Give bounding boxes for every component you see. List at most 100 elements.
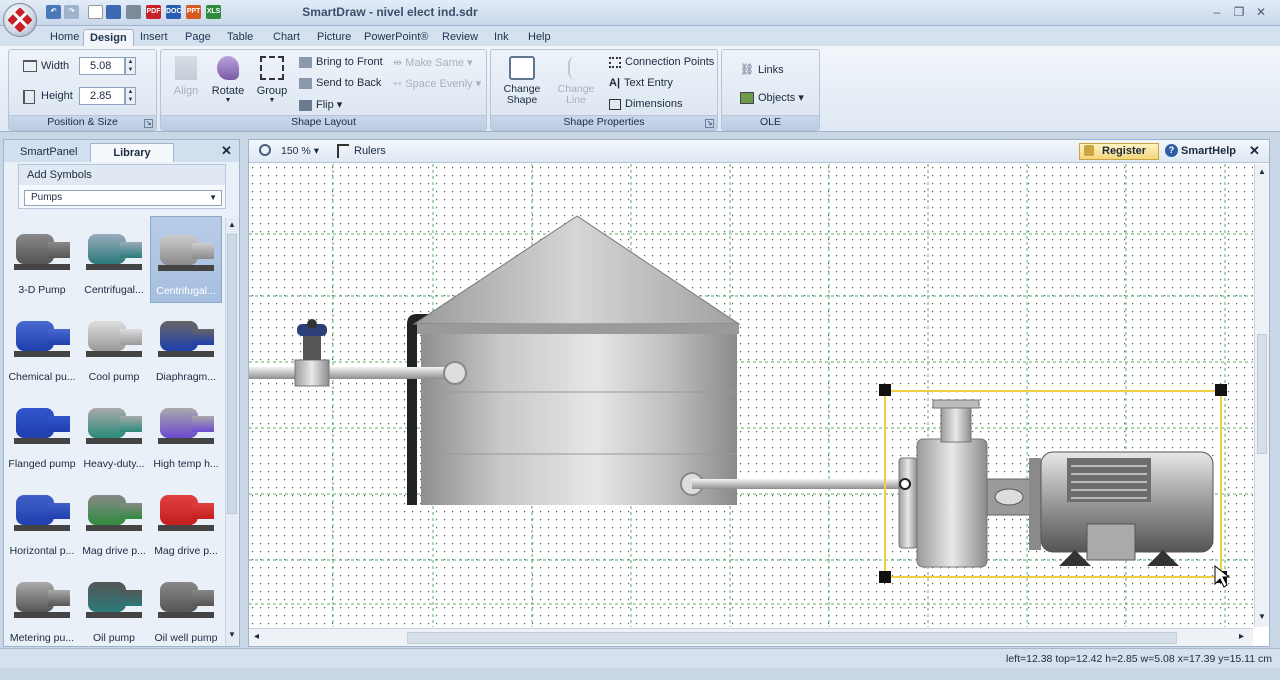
symbol-label: Oil well pump [154,632,218,644]
flip-button[interactable]: Flip ▾ [299,98,342,111]
height-label: Height [41,90,73,102]
symbol-item[interactable]: Oil pump [78,564,150,646]
panel-scroll-thumb[interactable] [227,234,237,514]
symbol-item[interactable]: 3-D Pump [6,216,78,303]
send-back-label: Send to Back [316,77,382,89]
symbol-item[interactable]: Centrifugal... [78,216,150,303]
canvas-vscroll-thumb[interactable] [1257,334,1267,454]
zoom-select[interactable]: 150 % ▾ [281,145,319,157]
symbol-label: Horizontal p... [9,545,75,557]
canvas-horizontal-scrollbar[interactable]: ◂ ▸ [249,628,1253,646]
close-icon[interactable]: ✕ [1252,4,1270,20]
tab-page[interactable]: Page [179,29,217,46]
symbol-label: Metering pu... [9,632,75,644]
rulers-toggle[interactable]: Rulers [354,145,386,157]
change-shape-button[interactable]: Change Shape [499,56,545,106]
group-title-ole: OLE [722,115,819,130]
group-button[interactable]: Group ▼ [253,56,291,104]
symbol-item[interactable]: Diaphragm... [150,303,222,390]
align-icon [175,56,197,80]
height-stepper[interactable]: ▲ ▼ [125,87,136,105]
tab-ink[interactable]: Ink [488,29,515,46]
tab-review[interactable]: Review [436,29,484,46]
group-title-position-size: Position & Size [9,115,156,130]
category-select[interactable]: Pumps ▼ [24,190,222,206]
dialog-launcher-icon[interactable]: ↘ [705,119,714,128]
space-evenly-button[interactable]: ⇿ Space Evenly ▾ [393,77,481,90]
send-to-back-button[interactable]: Send to Back [299,77,381,89]
group-icon [260,56,284,80]
app-menu-button[interactable] [3,3,37,37]
bring-front-label: Bring to Front [316,56,383,68]
symbol-item[interactable]: Oil well pump [150,564,222,646]
minimize-icon[interactable]: – [1208,4,1226,20]
pump-symbol-icon [82,481,146,537]
scroll-up-icon[interactable]: ▲ [1258,167,1266,176]
tab-powerpoint[interactable]: PowerPoint® [358,29,434,46]
group-title-shape-layout: Shape Layout [161,115,486,130]
pump-symbol-icon [82,307,146,363]
tab-insert[interactable]: Insert [134,29,174,46]
symbol-item[interactable]: Mag drive p... [150,477,222,564]
symbol-item[interactable]: Centrifugal... [150,216,222,303]
rotate-button[interactable]: Rotate ▼ [209,56,247,104]
scroll-left-icon[interactable]: ◂ [254,631,259,642]
drawing-area: 150 % ▾ Rulers Register ? SmartHelp ✕ ▲ … [248,139,1270,647]
height-field[interactable]: 2.85 [79,87,125,105]
dimensions-icon [609,98,621,110]
symbol-label: 3-D Pump [18,284,66,296]
scroll-down-icon[interactable]: ▼ [228,630,236,639]
zoom-icon [259,144,271,156]
width-field[interactable]: 5.08 [79,57,125,75]
restore-icon[interactable]: ❐ [1230,4,1248,20]
text-entry-button[interactable]: A| Text Entry [609,77,673,89]
tab-home[interactable]: Home [44,29,85,46]
tab-picture[interactable]: Picture [311,29,357,46]
help-icon: ? [1165,144,1178,157]
pump-symbol-icon [82,568,146,624]
change-line-button[interactable]: Change Line [553,56,599,106]
symbol-label: Flanged pump [8,458,76,470]
tab-library[interactable]: Library [90,143,174,162]
close-panel-icon[interactable]: ✕ [221,143,232,159]
tab-chart[interactable]: Chart [267,29,306,46]
symbol-item[interactable]: High temp h... [150,390,222,477]
tab-table[interactable]: Table [221,29,259,46]
canvas-vertical-scrollbar[interactable]: ▲ ▼ [1254,164,1269,627]
zoom-value: 150 % [281,145,311,157]
scroll-up-icon[interactable]: ▲ [228,220,236,229]
close-help-icon[interactable]: ✕ [1249,143,1260,159]
make-same-button[interactable]: ⇹ Make Same ▾ [393,56,473,69]
add-symbols-button[interactable]: Add Symbols [19,165,225,185]
symbol-item[interactable]: Cool pump [78,303,150,390]
width-stepper[interactable]: ▲ ▼ [125,57,136,75]
text-entry-label: Text Entry [624,77,673,89]
symbol-label: Mag drive p... [82,545,146,557]
scroll-down-icon[interactable]: ▼ [1258,612,1266,621]
symbol-item[interactable]: Flanged pump [6,390,78,477]
objects-button[interactable]: Objects ▾ [740,91,804,105]
symbol-item[interactable]: Horizontal p... [6,477,78,564]
change-line-icon [568,56,584,80]
smarthelp-button[interactable]: SmartHelp [1181,145,1236,157]
scroll-right-icon[interactable]: ▸ [1239,631,1244,642]
symbol-item[interactable]: Chemical pu... [6,303,78,390]
canvas-hscroll-thumb[interactable] [407,632,1177,644]
tab-smartpanel[interactable]: SmartPanel [6,143,91,162]
tab-help[interactable]: Help [522,29,557,46]
connection-points-button[interactable]: Connection Points [609,56,714,68]
links-button[interactable]: ⛓ Links [740,63,784,76]
pump-symbol-icon [82,394,146,450]
canvas[interactable] [249,164,1253,627]
symbol-item[interactable]: Metering pu... [6,564,78,646]
panel-scrollbar[interactable]: ▲ ▼ [225,218,238,646]
bring-to-front-button[interactable]: Bring to Front [299,56,383,68]
symbol-item[interactable]: Heavy-duty... [78,390,150,477]
dialog-launcher-icon[interactable]: ↘ [144,119,153,128]
symbol-label: Diaphragm... [155,371,217,383]
dimensions-button[interactable]: Dimensions [609,98,682,110]
align-button[interactable]: Align [169,56,203,97]
rulers-icon [337,144,349,158]
symbol-item[interactable]: Mag drive p... [78,477,150,564]
tab-design[interactable]: Design [83,29,134,46]
